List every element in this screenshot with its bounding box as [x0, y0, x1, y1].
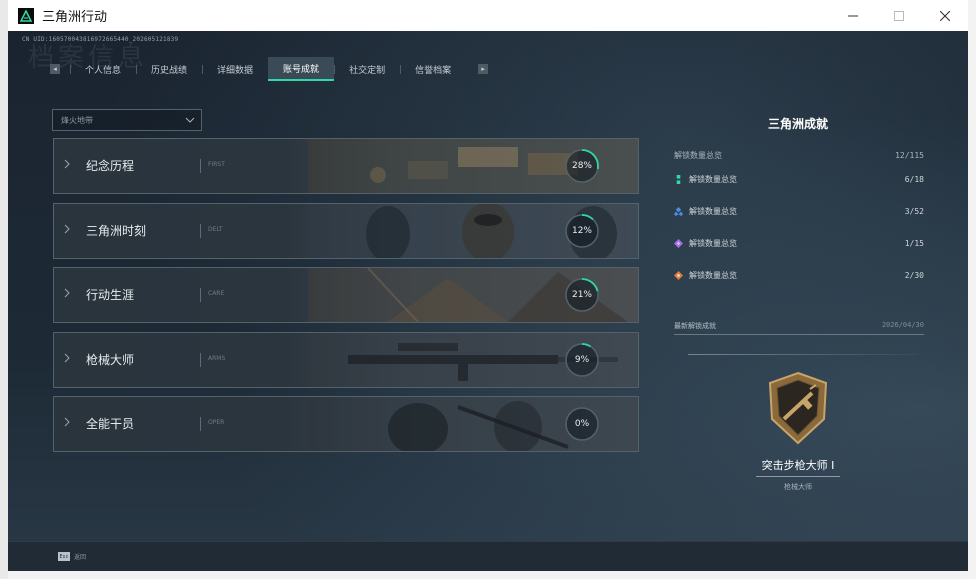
- summary-line-green: 解锁数量总览 6/18: [674, 163, 924, 195]
- divider: [200, 352, 201, 367]
- tab-prev-button[interactable]: ◂: [50, 64, 60, 74]
- progress-percent: 0%: [574, 419, 590, 429]
- bottom-bar: Esc 返回: [8, 541, 968, 571]
- tab-history[interactable]: 历史战绩: [136, 57, 202, 81]
- mode-filter-value: 烽火地带: [61, 115, 93, 125]
- badge-name: 突击步枪大师 I: [761, 459, 835, 472]
- back-button[interactable]: Esc 返回: [58, 552, 86, 561]
- tab-social[interactable]: 社交定制: [334, 57, 400, 81]
- category-code: ARMS: [208, 354, 226, 362]
- unlock-summary: 解锁数量总览 12/115 解锁数量总览 6/18 解锁数量总览 3/52 解锁…: [674, 147, 924, 291]
- green-tier-icon: [676, 174, 681, 184]
- window-title: 三角洲行动: [42, 10, 108, 25]
- divider: [200, 223, 201, 238]
- tab-bar: ◂ 个人信息 历史战绩 详细数据 账号成就 社交定制 信誉档案 ▸: [50, 57, 489, 81]
- window-titlebar: 三角洲行动: [8, 0, 968, 32]
- orange-tier-icon: [674, 270, 683, 280]
- summary-line-label: 解锁数量总览: [689, 206, 737, 216]
- category-row-weapon-master[interactable]: 枪械大师 ARMS 9%: [53, 331, 639, 388]
- chevron-right-icon: [64, 287, 70, 301]
- rifle-master-badge-icon[interactable]: [766, 371, 830, 445]
- category-name: 枪械大师: [86, 352, 135, 367]
- category-row-career[interactable]: 行动生涯 CARE 21%: [53, 267, 639, 323]
- tab-credit-record[interactable]: 信誉档案: [400, 57, 466, 81]
- decorative-line: [688, 354, 918, 355]
- divider: [200, 288, 201, 302]
- tab-detailed-data[interactable]: 详细数据: [202, 57, 268, 81]
- chevron-right-icon: [64, 158, 70, 172]
- recent-unlock-date: 2026/04/30: [881, 321, 924, 329]
- summary-line-label: 解锁数量总览: [689, 174, 737, 184]
- summary-line-label: 解锁数量总览: [689, 270, 737, 280]
- uid-label: CN UID:1605700438169726654​40_2026051218…: [22, 36, 179, 43]
- summary-line-label: 解锁数量总览: [689, 238, 737, 248]
- back-label: 返回: [74, 554, 87, 561]
- chevron-right-icon: [64, 416, 70, 430]
- tab-achievements[interactable]: 账号成就: [268, 57, 335, 81]
- esc-key-icon: Esc: [58, 552, 70, 561]
- recent-unlock-label: 最新解锁成就: [674, 322, 716, 330]
- tab-personal-info[interactable]: 个人信息: [70, 57, 136, 81]
- summary-line-value: 3/52: [904, 206, 924, 216]
- game-window: 档案信息 CN UID:1605700438169726654​40_20260…: [8, 31, 968, 571]
- chevron-right-icon: [64, 352, 70, 366]
- summary-line-value: 1/15: [904, 238, 924, 248]
- summary-line-blue: 解锁数量总览 3/52: [674, 195, 924, 227]
- desktop-background-bottom: [8, 571, 968, 579]
- category-code: OPER: [208, 419, 225, 426]
- category-code: FIRST: [208, 161, 225, 168]
- progress-percent: 21%: [571, 290, 592, 300]
- summary-total-label: 解锁数量总览: [674, 150, 722, 160]
- progress-percent: 28%: [571, 161, 592, 171]
- chevron-down-icon: [185, 115, 195, 126]
- summary-line-value: 2/30: [904, 270, 924, 280]
- category-name: 三角洲时刻: [86, 223, 147, 238]
- category-code: CARE: [208, 290, 225, 297]
- tab-next-button[interactable]: ▸: [478, 64, 489, 74]
- category-row-memorial[interactable]: 纪念历程 FIRST 28%: [53, 138, 639, 194]
- divider: [200, 159, 201, 173]
- desktop-background-right: [968, 0, 976, 579]
- summary-line-purple: 解锁数量总览 1/15: [674, 227, 924, 259]
- close-button[interactable]: [922, 0, 968, 31]
- panel-title: 三角洲成就: [767, 117, 828, 131]
- minimize-button[interactable]: [830, 0, 876, 31]
- category-name: 行动生涯: [86, 288, 135, 302]
- divider: [200, 417, 201, 431]
- badge-category: 枪械大师: [784, 483, 812, 491]
- maximize-button[interactable]: [876, 0, 922, 31]
- category-name: 纪念历程: [86, 159, 135, 173]
- chevron-right-icon: [64, 223, 70, 237]
- summary-line-orange: 解锁数量总览 2/30: [674, 259, 924, 291]
- app-logo-icon: [18, 7, 34, 24]
- badge-divider: [756, 476, 840, 477]
- summary-total-value: 12/115: [895, 150, 924, 160]
- category-row-all-round-operator[interactable]: 全能干员 OPER 0%: [53, 396, 639, 452]
- progress-percent: 12%: [571, 225, 592, 236]
- mode-filter-dropdown[interactable]: 烽火地带: [52, 109, 202, 131]
- achievement-category-list: 纪念历程 FIRST 28% 三角洲时刻 DELT 12% 行动生涯 CARE …: [53, 138, 639, 461]
- blue-tier-icon: [674, 206, 683, 216]
- category-row-delta-moment[interactable]: 三角洲时刻 DELT 12%: [53, 202, 639, 259]
- summary-total-row: 解锁数量总览 12/115: [674, 147, 924, 163]
- progress-percent: 9%: [574, 354, 590, 365]
- category-code: DELT: [208, 225, 223, 233]
- recent-unlock-header: 最新解锁成就 2026/04/30: [674, 321, 924, 335]
- summary-line-value: 6/18: [904, 174, 924, 184]
- purple-tier-icon: [674, 238, 683, 248]
- category-name: 全能干员: [86, 417, 135, 431]
